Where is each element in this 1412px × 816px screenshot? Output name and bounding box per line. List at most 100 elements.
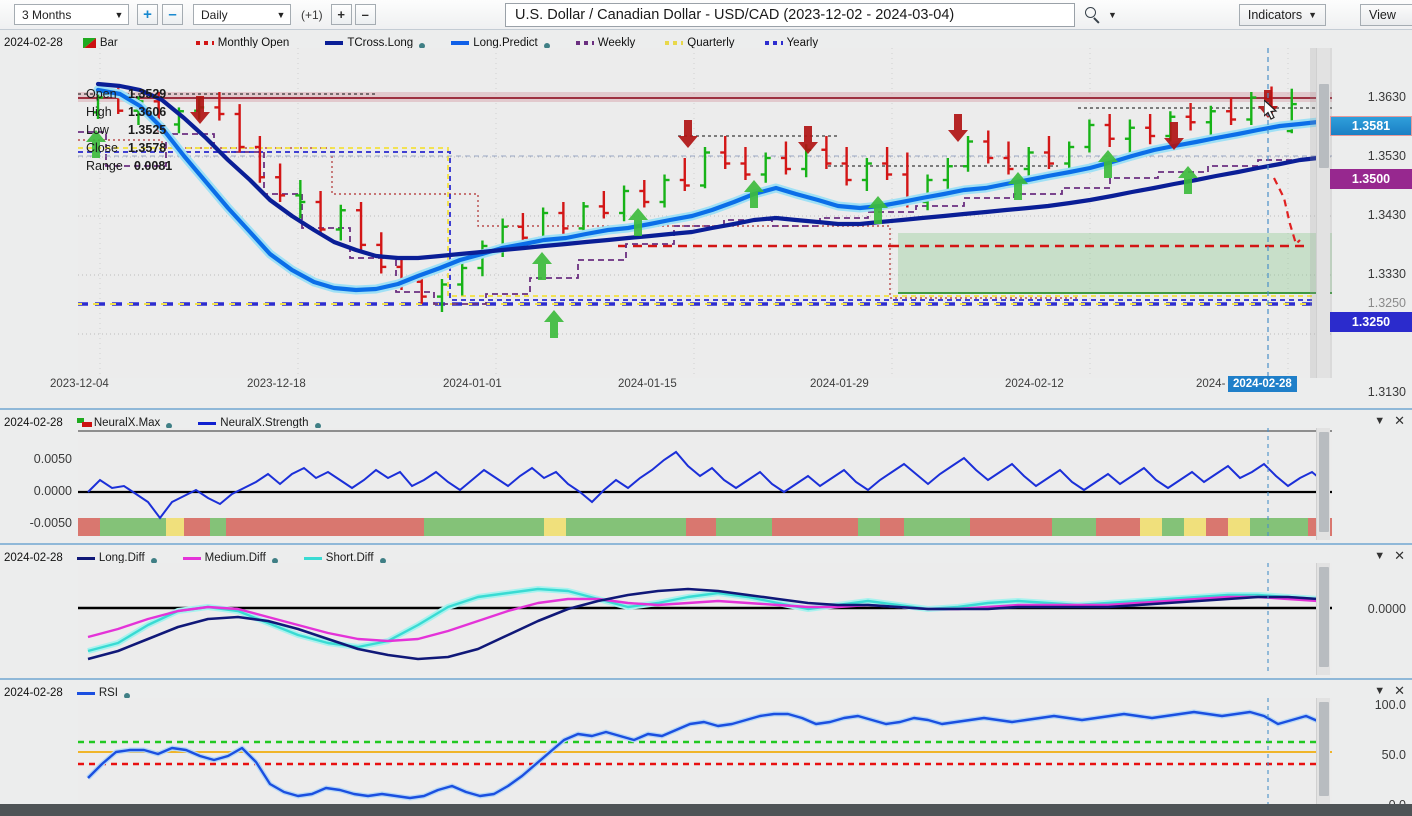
view-button[interactable]: View [1360, 4, 1412, 26]
quarterly-swatch-icon [665, 41, 684, 45]
trading-chart-window: 3 Months ▼ + – Daily ▼ (+1) + – U.S. Dol… [0, 0, 1412, 816]
current-price-tag[interactable]: 1.3581 [1330, 116, 1412, 136]
neuralx-svg [78, 428, 1332, 540]
rsi-close-icon[interactable]: ✕ [1394, 683, 1405, 699]
price-tick-3: 1.3430 [1367, 208, 1406, 222]
diff-plot[interactable] [78, 563, 1332, 675]
diff-panel-controls: ▼ ✕ [1374, 548, 1405, 564]
neuralx-scrollbar[interactable] [1316, 428, 1330, 540]
search-dropdown-caret-icon[interactable]: ▼ [1108, 10, 1117, 20]
yearly-level-tag[interactable]: 1.3250 [1330, 312, 1412, 332]
rsi-tick-1: 100.0 [1374, 698, 1406, 712]
ohlc-label-range: Range [86, 159, 123, 173]
interval-select[interactable]: Daily ▼ [193, 4, 291, 25]
bar-add-button[interactable]: + [330, 4, 352, 25]
neuralx-scrollbar-thumb[interactable] [1319, 432, 1329, 532]
neuralx-collapse-icon[interactable]: ▼ [1374, 415, 1385, 427]
indicators-label: Indicators [1247, 8, 1303, 22]
neuralx-tick-2: 0.0000 [33, 484, 72, 498]
diff-scrollbar[interactable] [1316, 563, 1330, 675]
ohlc-value-range: 0.0081 [134, 159, 173, 173]
rsi-svg [78, 698, 1332, 804]
main-price-panel: 2024-02-28 Bar Monthly Open TCross.Long … [0, 30, 1412, 408]
chevron-down-icon: ▼ [114, 9, 124, 20]
neuralx-tick-3: -0.0050 [29, 516, 72, 530]
price-tick-1: 1.3630 [1367, 90, 1406, 104]
ohlc-readout: Open 1.3529 High 1.3606 Low 1.3525 Close… [86, 87, 206, 177]
diff-collapse-icon[interactable]: ▼ [1374, 550, 1385, 562]
main-chart-plot[interactable] [78, 48, 1332, 378]
view-label: View [1369, 8, 1396, 22]
rsi-scrollbar[interactable] [1316, 698, 1330, 804]
diff-close-icon[interactable]: ✕ [1394, 548, 1405, 564]
weekly-level-tag[interactable]: 1.3500 [1330, 169, 1412, 189]
symbol-title-text: U.S. Dollar / Canadian Dollar - USD/CAD … [515, 6, 955, 23]
short-diff-swatch-icon [303, 556, 322, 560]
chevron-down-icon: ▼ [1308, 10, 1317, 20]
price-scrollbar[interactable] [1316, 48, 1330, 378]
date-tick-2: 2023-12-18 [247, 378, 306, 390]
yearly-swatch-icon [764, 41, 783, 45]
rsi-swatch-icon [76, 691, 95, 695]
bar-remove-button[interactable]: – [354, 4, 376, 25]
date-axis: 2023-12-04 2023-12-18 2024-01-01 2024-01… [0, 376, 1412, 402]
date-tick-5: 2024-01-29 [810, 378, 869, 390]
long-predict-swatch-icon [451, 41, 470, 45]
diff-legend-date: 2024-02-28 [4, 552, 63, 564]
tcross-long-swatch-icon [325, 41, 344, 45]
search-icon[interactable] [1082, 4, 1104, 26]
neuralx-strength-swatch-icon [198, 421, 217, 425]
range-select-value: 3 Months [22, 7, 72, 22]
range-select[interactable]: 3 Months ▼ [14, 4, 129, 25]
neuralx-close-icon[interactable]: ✕ [1394, 413, 1405, 429]
rsi-panel-controls: ▼ ✕ [1374, 683, 1405, 699]
diff-panel: 2024-02-28 Long.Diff Medium.Diff Short.D… [0, 545, 1412, 678]
interval-select-value: Daily [201, 7, 228, 22]
ohlc-value-close: 1.3578 [128, 141, 167, 155]
rsi-scrollbar-thumb[interactable] [1319, 702, 1329, 796]
diff-tick-1: 0.0000 [1367, 602, 1406, 616]
price-tick-5: 1.3250 [1367, 296, 1406, 310]
neuralx-tick-1: 0.0050 [33, 452, 72, 466]
date-tick-6: 2024-02-12 [1005, 378, 1064, 390]
ohlc-label-close: Close [86, 141, 118, 155]
range-decrease-button[interactable]: – [162, 4, 183, 25]
symbol-title-input[interactable]: U.S. Dollar / Canadian Dollar - USD/CAD … [505, 2, 1075, 27]
ohlc-label-low: Low [86, 123, 109, 137]
date-tick-7: 2024- [1196, 378, 1226, 390]
main-legend-date: 2024-02-28 [4, 37, 63, 49]
diff-scrollbar-thumb[interactable] [1319, 567, 1329, 667]
neuralx-max-swatch-icon [76, 417, 92, 429]
range-increase-button[interactable]: + [137, 4, 158, 25]
rsi-plot[interactable] [78, 698, 1332, 804]
weekly-swatch-icon [575, 41, 594, 45]
medium-diff-swatch-icon [182, 556, 201, 560]
date-tick-4: 2024-01-15 [618, 378, 677, 390]
ohlc-value-low: 1.3525 [128, 123, 167, 137]
date-highlight-tag[interactable]: 2024-02-28 [1228, 376, 1297, 392]
neuralx-plot[interactable] [78, 428, 1332, 540]
long-diff-swatch-icon [76, 556, 95, 560]
indicators-button[interactable]: Indicators ▼ [1238, 4, 1326, 26]
ohlc-value-high: 1.3606 [128, 105, 167, 119]
rsi-tick-2: 50.0 [1381, 748, 1406, 762]
ohlc-label-high: High [86, 105, 112, 119]
rsi-panel: 2024-02-28 RSI 80.4 ▼ ✕ 100.0 50.0 0.0 [0, 680, 1412, 812]
bar-icon [82, 37, 96, 49]
date-tick-1: 2023-12-04 [50, 378, 109, 390]
date-tick-3: 2024-01-01 [443, 378, 502, 390]
rsi-collapse-icon[interactable]: ▼ [1374, 685, 1385, 697]
price-tick-4: 1.3330 [1367, 267, 1406, 281]
rsi-legend-date: 2024-02-28 [4, 687, 63, 699]
monthly-open-swatch-icon [195, 41, 214, 45]
price-chart-svg [78, 48, 1332, 378]
diff-svg [78, 563, 1332, 675]
neuralx-panel-controls: ▼ ✕ [1374, 413, 1405, 429]
price-tick-2: 1.3530 [1367, 149, 1406, 163]
status-bar [0, 804, 1412, 816]
offset-label: (+1) [301, 7, 323, 22]
ohlc-value-open: 1.3529 [128, 87, 167, 101]
neuralx-panel: 2024-02-28 NeuralX.Max NeuralX.Strength … [0, 410, 1412, 543]
price-scrollbar-thumb[interactable] [1319, 84, 1329, 168]
price-axis: 1.3630 1.3530 1.3430 1.3330 1.3250 1.313… [1330, 48, 1412, 399]
